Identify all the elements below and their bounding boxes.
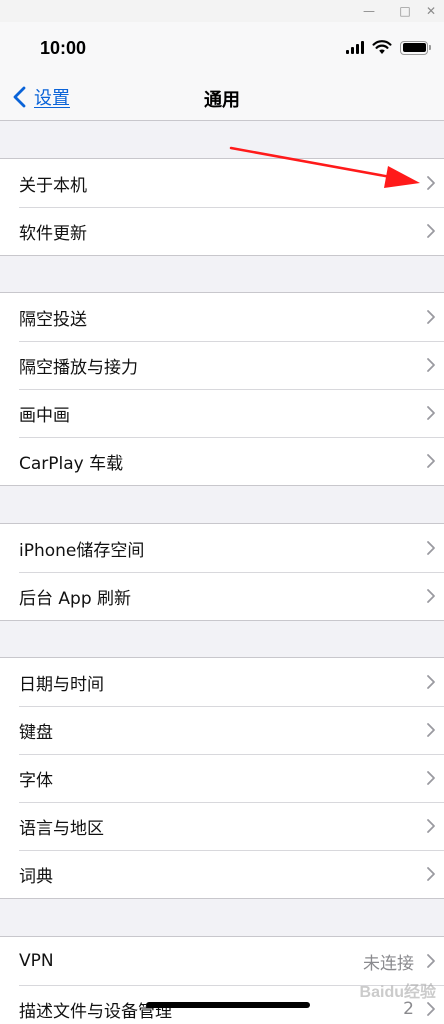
- row-label: 隔空播放与接力: [19, 357, 138, 378]
- chevron-right-icon: [427, 954, 435, 968]
- status-time: 10:00: [40, 38, 87, 58]
- row-about-device[interactable]: 关于本机: [0, 159, 444, 207]
- page-title: 通用: [204, 90, 240, 111]
- row-software-update[interactable]: 软件更新: [0, 207, 444, 255]
- chevron-right-icon: [427, 224, 435, 238]
- row-label: 日期与时间: [19, 674, 104, 695]
- home-indicator: [146, 1002, 310, 1008]
- row-label: 关于本机: [19, 175, 87, 196]
- signal-icon: [346, 41, 364, 54]
- window-title-bar: — □ ✕: [0, 0, 444, 22]
- chevron-right-icon: [427, 541, 435, 555]
- row-label: iPhone储存空间: [19, 540, 145, 561]
- row-label: 隔空投送: [19, 309, 87, 330]
- row-carplay[interactable]: CarPlay 车载: [0, 437, 444, 485]
- row-language-region[interactable]: 语言与地区: [0, 802, 444, 850]
- row-value: 未连接: [363, 953, 414, 974]
- row-label: 后台 App 刷新: [19, 588, 132, 609]
- chevron-right-icon: [427, 310, 435, 324]
- row-value: 2: [403, 999, 414, 1019]
- settings-group-about: 关于本机 软件更新: [0, 158, 444, 256]
- status-icons: [346, 40, 431, 55]
- navigation-header: 10:00 设置 通用: [0, 22, 444, 121]
- wifi-icon: [372, 40, 392, 54]
- row-label: CarPlay 车载: [19, 453, 124, 474]
- row-iphone-storage[interactable]: iPhone储存空间: [0, 524, 444, 572]
- minimize-icon[interactable]: —: [356, 0, 382, 22]
- row-label: 键盘: [19, 722, 53, 743]
- row-background-app-refresh[interactable]: 后台 App 刷新: [0, 572, 444, 620]
- maximize-icon[interactable]: □: [392, 0, 418, 22]
- row-label: 词典: [19, 866, 53, 887]
- chevron-right-icon: [427, 867, 435, 881]
- settings-group-region: 日期与时间 键盘 字体 语言与地区 词典: [0, 657, 444, 899]
- settings-group-sharing: 隔空投送 隔空播放与接力 画中画 CarPlay 车载: [0, 292, 444, 486]
- chevron-right-icon: [427, 675, 435, 689]
- row-date-time[interactable]: 日期与时间: [0, 658, 444, 706]
- watermark: Baidu经验: [359, 984, 436, 1001]
- row-label: 描述文件与设备管理: [19, 1001, 172, 1022]
- row-label: VPN: [19, 951, 54, 971]
- row-fonts[interactable]: 字体: [0, 754, 444, 802]
- chevron-right-icon: [427, 176, 435, 190]
- chevron-right-icon: [427, 819, 435, 833]
- chevron-right-icon: [427, 1002, 435, 1016]
- row-airdrop[interactable]: 隔空投送: [0, 293, 444, 341]
- settings-group-storage: iPhone储存空间 后台 App 刷新: [0, 523, 444, 621]
- row-label: 语言与地区: [19, 818, 104, 839]
- chevron-right-icon: [427, 406, 435, 420]
- row-label: 画中画: [19, 405, 70, 426]
- row-picture-in-picture[interactable]: 画中画: [0, 389, 444, 437]
- row-label: 字体: [19, 770, 53, 791]
- battery-icon: [400, 40, 431, 55]
- chevron-right-icon: [427, 454, 435, 468]
- row-keyboard[interactable]: 键盘: [0, 706, 444, 754]
- row-airplay-handoff[interactable]: 隔空播放与接力: [0, 341, 444, 389]
- chevron-right-icon: [427, 771, 435, 785]
- row-label: 软件更新: [19, 223, 87, 244]
- chevron-right-icon: [427, 589, 435, 603]
- row-dictionary[interactable]: 词典: [0, 850, 444, 898]
- chevron-right-icon: [427, 358, 435, 372]
- close-icon[interactable]: ✕: [418, 0, 444, 22]
- chevron-right-icon: [427, 723, 435, 737]
